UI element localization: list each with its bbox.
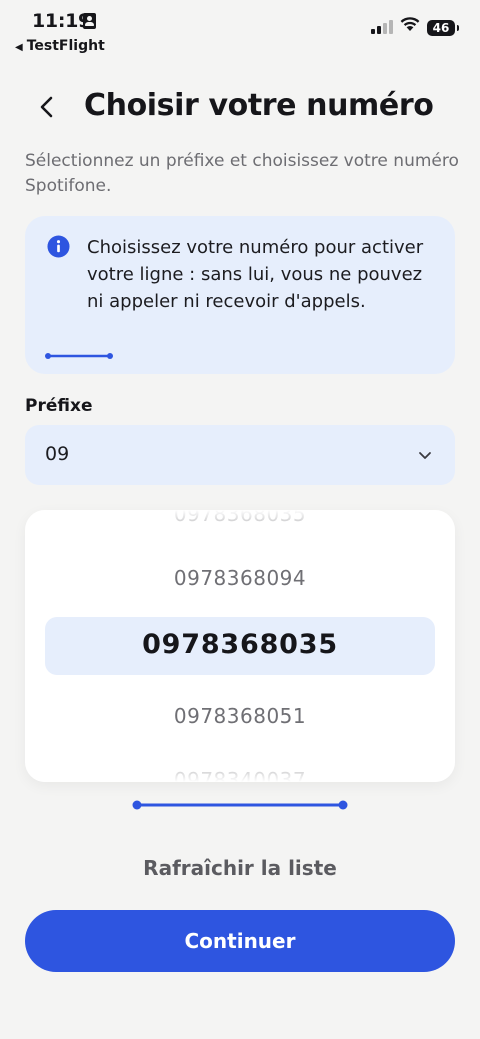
cellular-signal-icon xyxy=(371,19,393,34)
prefix-value: 09 xyxy=(45,443,70,465)
back-triangle-icon: ◀ xyxy=(15,42,23,53)
refresh-list-button[interactable]: Rafraîchir la liste xyxy=(0,856,480,880)
battery-icon: 46 xyxy=(427,20,459,36)
info-text: Choisissez votre numéro pour activer vot… xyxy=(87,237,424,312)
picker-scroll-indicator xyxy=(132,800,348,810)
prefix-label: Préfixe xyxy=(25,396,93,416)
info-icon xyxy=(47,235,70,258)
page-title: Choisir votre numéro xyxy=(84,88,434,123)
picker-item-selected[interactable]: 0978368035 xyxy=(25,629,455,660)
info-scroll-indicator xyxy=(45,353,113,359)
back-to-app-link[interactable]: ◀ TestFlight xyxy=(15,38,105,54)
number-picker[interactable]: 0978368035 0978368094 0978368035 0978368… xyxy=(25,510,455,782)
back-app-label: TestFlight xyxy=(26,38,105,54)
continue-button[interactable]: Continuer xyxy=(25,910,455,972)
picker-item[interactable]: 0978368094 xyxy=(25,566,455,590)
status-bar: 11:19 ◀ TestFlight 46 xyxy=(0,0,480,60)
contact-card-icon xyxy=(83,13,96,29)
picker-fade-top xyxy=(25,510,455,540)
wifi-icon xyxy=(400,17,420,31)
page-subtitle: Sélectionnez un préfixe et choisissez vo… xyxy=(25,151,459,196)
info-banner: Choisissez votre numéro pour activer vot… xyxy=(25,216,455,374)
prefix-select[interactable]: 09 xyxy=(25,425,455,485)
chevron-down-icon xyxy=(419,452,431,459)
picker-fade-bottom xyxy=(25,752,455,782)
picker-item[interactable]: 0978368051 xyxy=(25,704,455,728)
back-arrow-icon[interactable] xyxy=(36,93,60,121)
